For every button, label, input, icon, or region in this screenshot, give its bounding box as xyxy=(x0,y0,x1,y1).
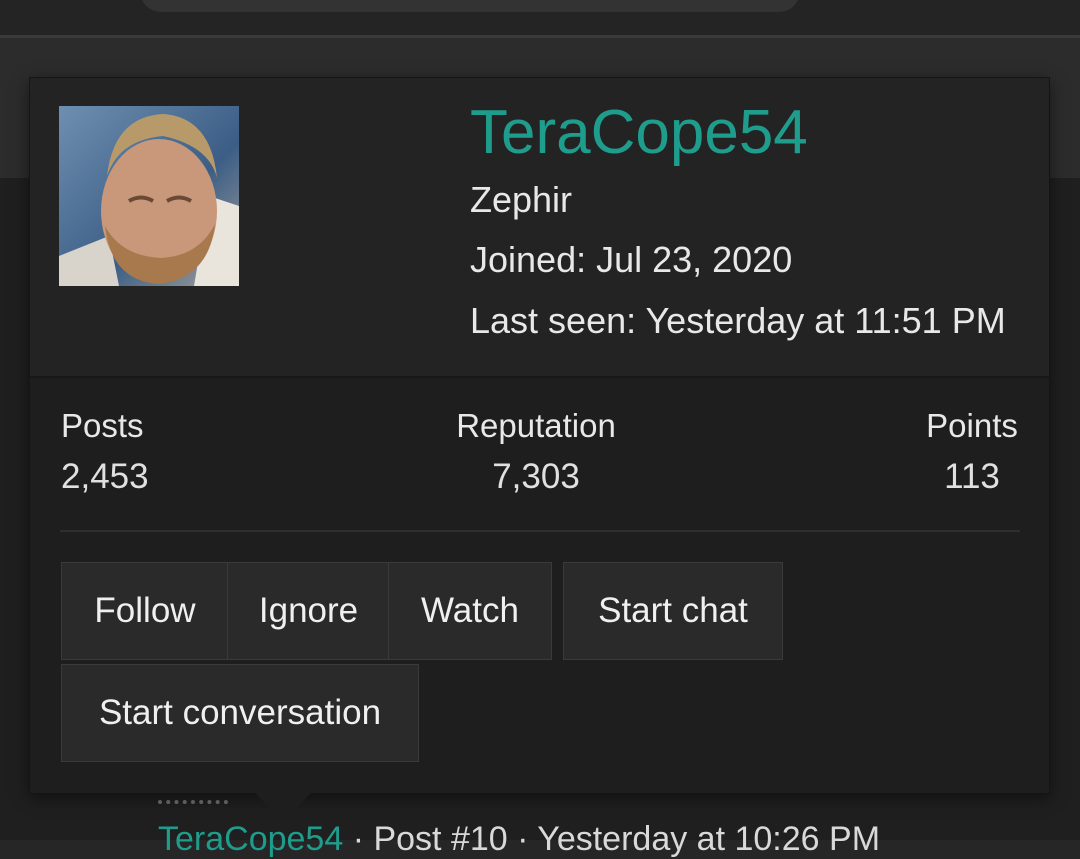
avatar[interactable] xyxy=(59,106,239,286)
member-tooltip-card: TeraCope54 Zephir Joined: Jul 23, 2020 L… xyxy=(30,78,1049,821)
search-bar[interactable] xyxy=(140,0,800,12)
tooltip-pointer xyxy=(255,793,311,821)
stat-value: 7,303 xyxy=(492,456,580,496)
avatar-image xyxy=(59,106,239,286)
divider xyxy=(60,530,1020,532)
ignore-button[interactable]: Ignore xyxy=(227,562,390,660)
follow-button[interactable]: Follow xyxy=(61,562,229,660)
last-seen: Last seen: Yesterday at 11:51 PM xyxy=(470,300,1006,341)
joined-date: Joined: Jul 23, 2020 xyxy=(470,239,793,280)
stat-label: Points xyxy=(926,407,1018,444)
stat-label: Reputation xyxy=(456,407,616,444)
member-card-header: TeraCope54 Zephir Joined: Jul 23, 2020 L… xyxy=(30,78,1049,378)
post-author-link[interactable]: TeraCope54 xyxy=(158,820,343,858)
stat-posts: Posts 2,453 xyxy=(61,406,151,498)
stat-label: Posts xyxy=(61,407,144,444)
start-conversation-button[interactable]: Start conversation xyxy=(61,664,419,762)
start-chat-button[interactable]: Start chat xyxy=(563,562,783,660)
stat-points: Points 113 xyxy=(916,406,1028,498)
stat-reputation: Reputation 7,303 xyxy=(436,406,636,498)
post-meta-text: · Post #10 · Yesterday at 10:26 PM xyxy=(343,820,881,858)
watch-button[interactable]: Watch xyxy=(388,562,552,660)
username[interactable]: TeraCope54 xyxy=(470,96,808,170)
stat-value[interactable]: 2,453 xyxy=(61,456,151,498)
user-title: Zephir xyxy=(470,179,573,220)
stat-value[interactable]: 113 xyxy=(916,456,1028,498)
